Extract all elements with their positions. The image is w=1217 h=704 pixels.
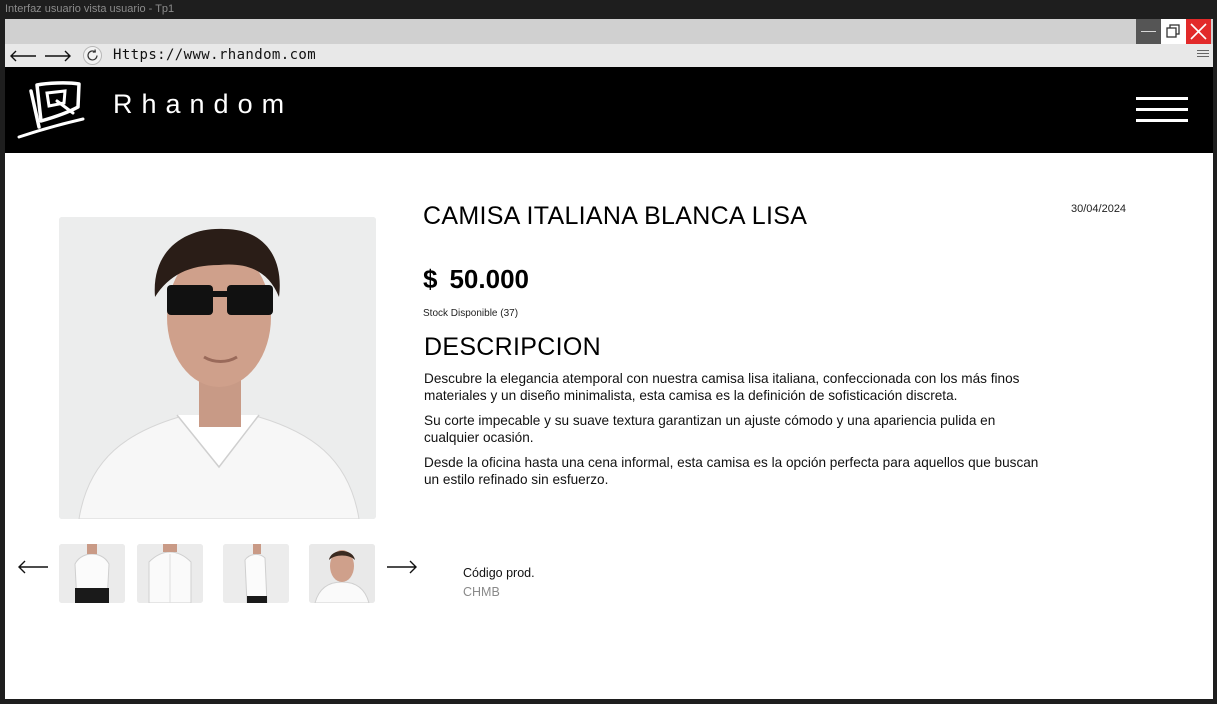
address-bar: Https://www.rhandom.com <box>5 44 1213 67</box>
product-date: 30/04/2024 <box>1071 203 1127 215</box>
minimize-icon <box>1141 31 1156 32</box>
forward-button[interactable] <box>43 44 73 67</box>
site-header: Rhandom <box>5 67 1213 153</box>
arrow-left-icon <box>18 560 48 574</box>
brand-name[interactable]: Rhandom <box>113 89 293 120</box>
description-paragraph: Desde la oficina hasta una cena informal… <box>424 455 1039 487</box>
stock-status: Stock Disponible (37) <box>423 308 519 319</box>
product-main-image <box>59 217 376 519</box>
description-paragraph: Su corte impecable y su suave textura ga… <box>424 413 996 445</box>
close-icon <box>1190 23 1207 40</box>
product-code-label: Código prod. <box>463 566 535 580</box>
restore-button[interactable] <box>1161 19 1186 44</box>
product-code-value: CHMB <box>463 585 500 599</box>
reload-button[interactable] <box>80 44 104 67</box>
description-paragraph: Descubre la elegancia atemporal con nues… <box>424 371 1020 403</box>
back-button[interactable] <box>8 44 38 67</box>
rhandom-logo[interactable] <box>17 79 87 141</box>
reload-icon <box>86 49 98 61</box>
price-value: 50.000 <box>449 264 529 294</box>
browser-menu-icon[interactable] <box>1197 50 1209 59</box>
thumbnail-front-view[interactable] <box>59 544 125 603</box>
restore-icon <box>1166 24 1180 38</box>
product-description: Descubre la elegancia atemporal con nues… <box>424 370 1049 496</box>
description-heading: DESCRIPCION <box>424 333 601 361</box>
window-titlebar <box>5 19 1213 44</box>
browser-window: Https://www.rhandom.com Rhandom CAMISA I… <box>5 19 1213 699</box>
product-price: $50.000 <box>423 264 529 295</box>
arrow-left-icon <box>10 50 36 61</box>
product-title: CAMISA ITALIANA BLANCA LISA <box>423 202 808 230</box>
thumbnail-model-closeup[interactable] <box>309 544 375 603</box>
carousel-next-button[interactable] <box>385 559 419 575</box>
app-window-title: Interfaz usuario vista usuario - Tp1 <box>5 3 175 15</box>
thumbnail-side-view[interactable] <box>223 544 289 603</box>
currency-symbol: $ <box>423 264 438 294</box>
carousel-prev-button[interactable] <box>16 559 50 575</box>
hamburger-menu-icon[interactable] <box>1136 97 1188 122</box>
arrow-right-icon <box>387 560 417 574</box>
url-input[interactable]: Https://www.rhandom.com <box>113 47 316 63</box>
arrow-right-icon <box>45 50 71 61</box>
thumbnail-back-view[interactable] <box>137 544 203 603</box>
minimize-button[interactable] <box>1136 19 1161 44</box>
close-button[interactable] <box>1186 19 1211 44</box>
